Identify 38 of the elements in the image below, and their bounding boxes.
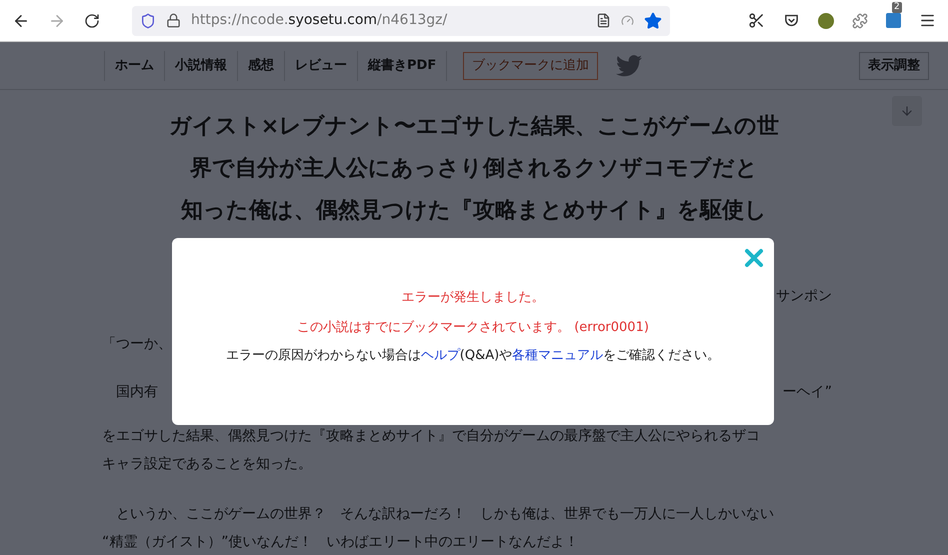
novel-title: 界で自分が主人公にあっさり倒されるクソザコモブだと — [190, 154, 758, 183]
menu-icon[interactable] — [919, 12, 936, 29]
reader-view-icon[interactable] — [596, 13, 611, 28]
pocket-icon[interactable] — [783, 12, 800, 29]
body-text: 国内有 — [115, 383, 158, 402]
body-text: キャラ設定であることを知った。 — [102, 455, 312, 474]
star-icon[interactable] — [644, 12, 662, 30]
help-message: エラーの原因がわからない場合はヘルプ(Q&A)や各種マニュアルをご確認ください。 — [226, 347, 720, 365]
body-text: をエゴサした結果、偶然見つけた『攻略まとめサイト』で自分がゲームの最序盤で主人公にやられるザコ — [102, 427, 760, 446]
body-text: “精霊（ガイスト）”使いなんだ！ いわばエリート中のエリートなんだよ！ — [102, 533, 579, 552]
body-text: というか、ここがゲームの世界？ そんな訳ねーだろ！ しかも俺は、世界でも一万人に一人しかいない — [115, 505, 774, 524]
close-icon[interactable] — [744, 248, 764, 268]
extension-avatar[interactable] — [818, 12, 834, 28]
help-link[interactable]: ヘルプ — [420, 348, 460, 363]
reload-icon[interactable] — [84, 12, 100, 28]
extension-icon[interactable] — [852, 12, 868, 28]
shield-icon[interactable] — [140, 12, 156, 28]
lock-icon — [166, 13, 181, 28]
nav-link[interactable]: 感想 — [237, 50, 284, 80]
error-detail: この小説はすでにブックマークされています。 (error0001) — [297, 319, 649, 337]
url-text: https://ncode.syosetu.com/n4613gz/ — [191, 11, 448, 30]
extension-badge: 2 — [892, 2, 902, 13]
nav-link[interactable]: 縦書きPDF — [357, 50, 448, 80]
nav-link[interactable]: 小説情報 — [164, 50, 237, 80]
address-bar[interactable]: https://ncode.syosetu.com/n4613gz/ — [132, 6, 670, 36]
nav-link[interactable]: ホーム — [104, 50, 164, 80]
manual-link[interactable]: 各種マニュアル — [512, 348, 604, 363]
novel-title: 知った俺は、偶然見つけた『攻略まとめサイト』を駆使し — [181, 197, 767, 225]
body-text: ーヘイ” — [782, 383, 832, 402]
nav-link[interactable]: レビュー — [284, 50, 357, 80]
display-settings-button[interactable]: 表示調整 — [859, 52, 929, 80]
body-text: サンポン — [776, 287, 832, 306]
screenshot-icon[interactable] — [748, 12, 765, 29]
gauge-icon[interactable] — [621, 14, 634, 27]
error-title: エラーが発生しました。 — [402, 289, 544, 307]
add-bookmark-button[interactable]: ブックマークに追加 — [463, 52, 598, 80]
body-text: 「つーか、 — [102, 335, 172, 354]
novel-title: ガイスト×レブナント〜エゴサした結果、ここがゲームの世 — [168, 113, 780, 141]
